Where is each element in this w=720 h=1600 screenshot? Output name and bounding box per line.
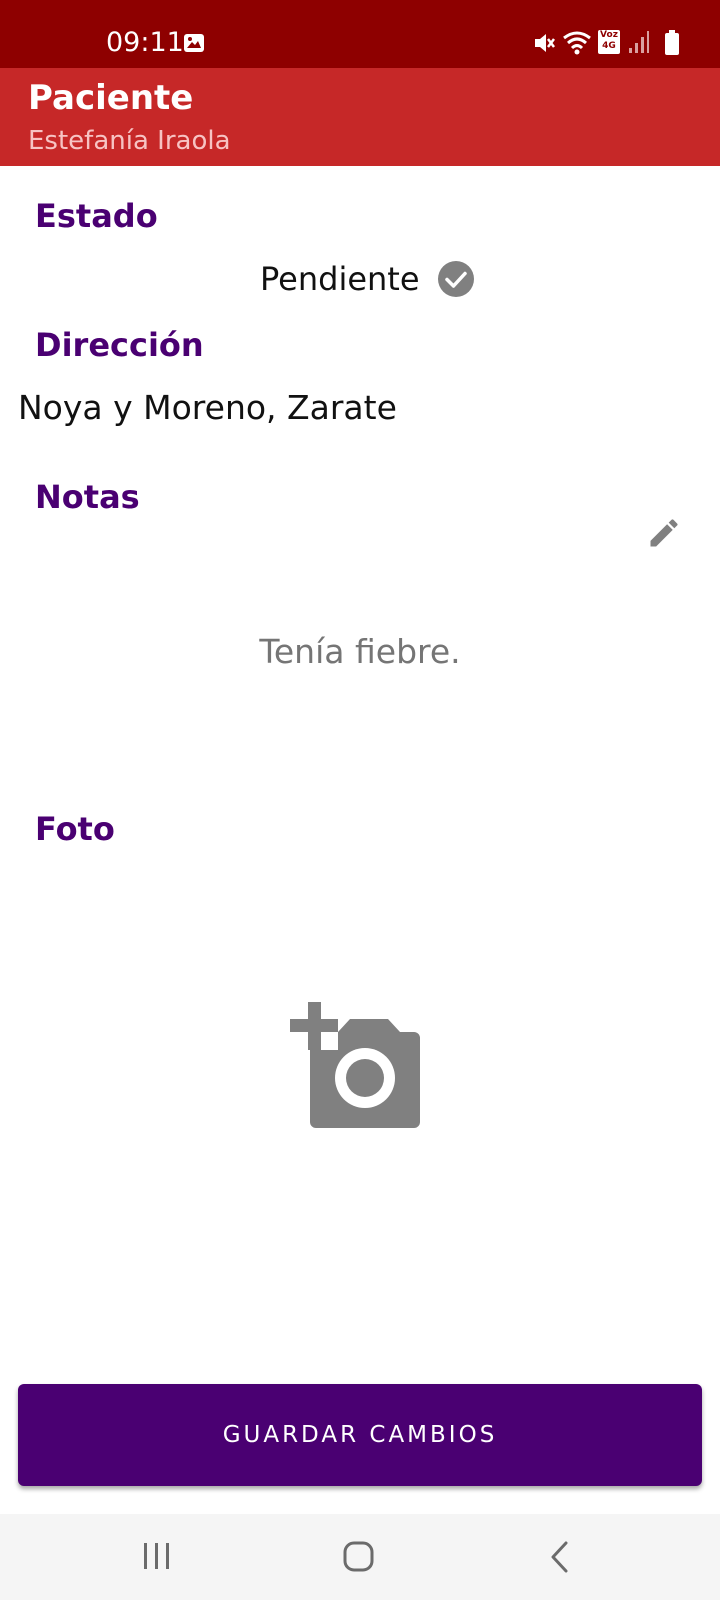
- foto-label: Foto: [35, 810, 115, 848]
- edit-pencil-icon[interactable]: [646, 515, 682, 551]
- save-changes-button[interactable]: GUARDAR CAMBIOS: [18, 1384, 702, 1486]
- mute-icon: [535, 34, 555, 52]
- system-nav-bar: [0, 1514, 720, 1600]
- app-bar-subtitle: Estefanía Iraola: [28, 126, 231, 156]
- wifi-icon: [563, 31, 591, 55]
- direccion-label: Dirección: [35, 326, 204, 364]
- home-icon[interactable]: [342, 1540, 376, 1574]
- signal-icon: [629, 31, 649, 53]
- notas-label: Notas: [35, 478, 140, 516]
- volte-bottom-label: 4G: [602, 41, 616, 51]
- patient-detail-screen: 09:11 Voz 4G Paciente Estefanía Iraola E…: [0, 0, 720, 1600]
- back-icon[interactable]: [548, 1540, 572, 1574]
- status-time: 09:11: [106, 27, 184, 58]
- check-circle-icon[interactable]: [438, 261, 474, 297]
- app-bar: Paciente Estefanía Iraola: [0, 68, 720, 166]
- estado-value[interactable]: Pendiente: [260, 260, 420, 298]
- save-changes-label: GUARDAR CAMBIOS: [222, 1422, 498, 1448]
- notas-value: Tenía fiebre.: [259, 632, 461, 671]
- app-bar-title: Paciente: [28, 78, 194, 118]
- gallery-icon: [184, 34, 204, 52]
- status-bar: 09:11 Voz 4G: [0, 0, 720, 68]
- estado-label: Estado: [35, 197, 158, 235]
- volte-top-label: Voz: [600, 30, 618, 40]
- battery-icon: [665, 30, 679, 55]
- direccion-value: Noya y Moreno, Zarate: [18, 388, 397, 427]
- recent-apps-icon[interactable]: [142, 1540, 172, 1572]
- add-photo-camera-icon[interactable]: [288, 1002, 428, 1132]
- volte-icon: Voz 4G: [598, 30, 620, 54]
